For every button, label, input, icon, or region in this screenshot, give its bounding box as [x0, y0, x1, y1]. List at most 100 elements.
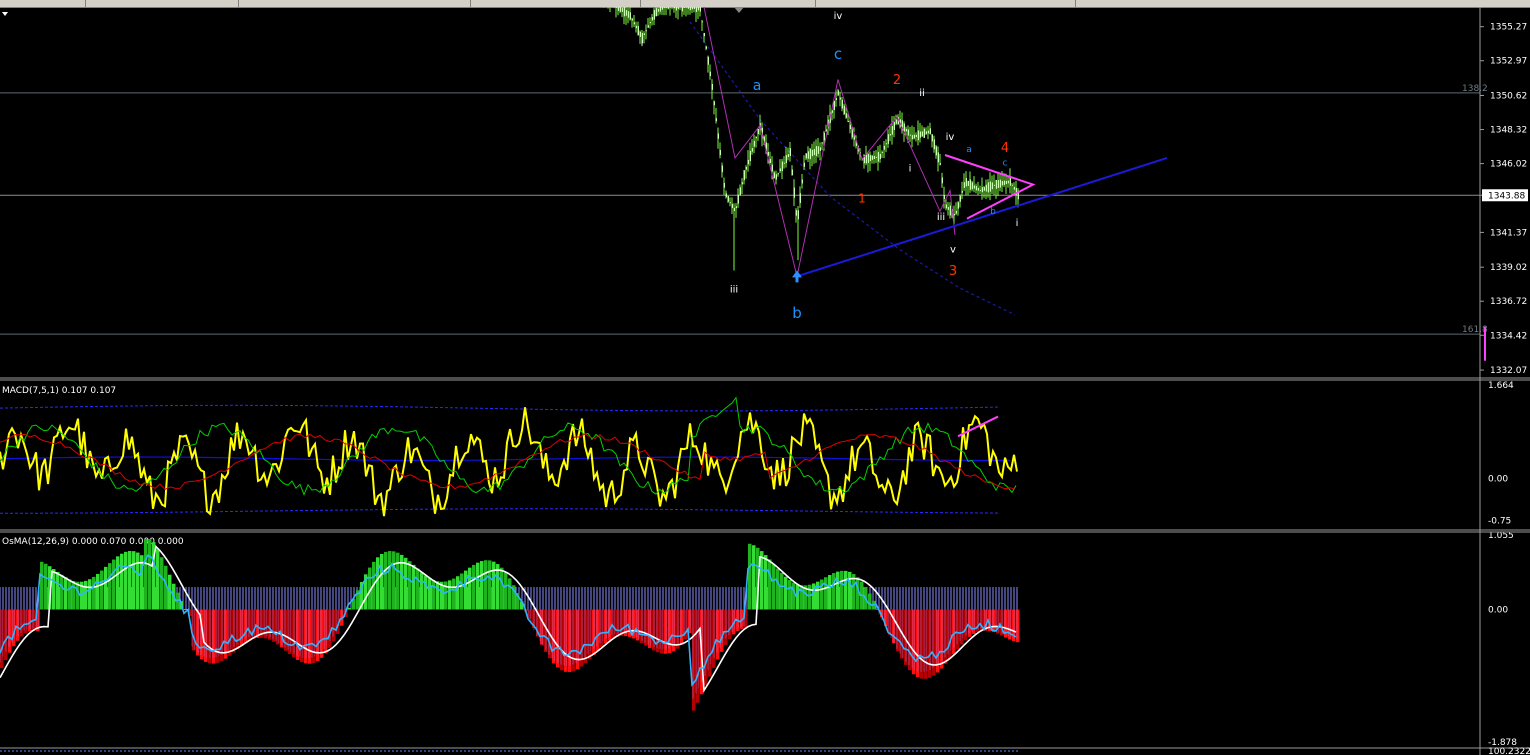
- candle-body: [615, 7, 617, 8]
- wave-label: iv: [946, 132, 955, 143]
- osma-bar: [144, 539, 148, 610]
- up-arrow-icon-stem: [795, 276, 799, 283]
- candle-body: [691, 7, 693, 10]
- osma-bar: [668, 609, 672, 654]
- candle-body: [657, 8, 659, 12]
- candle-body: [705, 46, 707, 49]
- osma-bar: [148, 539, 152, 610]
- osma-bar: [320, 609, 324, 658]
- candle-body: [625, 10, 627, 16]
- candle-body: [995, 180, 997, 189]
- wave-path: [703, 7, 956, 277]
- candle-body: [781, 161, 783, 171]
- candle-body: [673, 7, 675, 9]
- candle-body: [923, 128, 925, 138]
- price-tick-label: 1339.02: [1490, 263, 1527, 273]
- chart-canvas[interactable]: 1355.271352.971350.621348.321346.021341.…: [0, 7, 1530, 755]
- candle-body: [635, 25, 637, 29]
- candle-body: [1011, 184, 1013, 186]
- candle-body: [823, 132, 825, 141]
- candle-body: [723, 182, 725, 188]
- candle-body: [867, 153, 869, 163]
- candle-body: [807, 151, 809, 159]
- wave-label: c: [1003, 158, 1008, 168]
- candle-body: [731, 203, 733, 208]
- osma-bar: [508, 578, 512, 610]
- candle-body: [815, 146, 817, 157]
- osma-bar: [8, 609, 12, 653]
- osma-bar: [572, 609, 576, 672]
- candle-body: [1003, 180, 1005, 185]
- osma-bar: [992, 609, 996, 633]
- osma-bar: [160, 557, 164, 610]
- osma-bar: [828, 575, 832, 610]
- candle-body: [925, 131, 927, 134]
- osma-bar: [844, 570, 848, 610]
- candle-body: [789, 148, 791, 157]
- candle-body: [1001, 181, 1003, 186]
- osma-bar: [968, 609, 972, 637]
- candle-body: [969, 179, 971, 190]
- osma-bar: [460, 573, 464, 610]
- candle-body: [685, 7, 687, 8]
- osma-bar: [420, 572, 424, 610]
- osma-bar: [88, 579, 92, 610]
- candle-body: [699, 7, 701, 12]
- candle-body: [751, 148, 753, 152]
- osma-bar: [748, 543, 752, 610]
- osma-bar: [272, 609, 276, 642]
- candle-body: [849, 124, 851, 130]
- candle-body: [747, 159, 749, 165]
- osma-bar: [768, 559, 772, 610]
- osma-bar: [124, 551, 128, 610]
- osma-bar: [428, 578, 432, 610]
- candle-body: [989, 181, 991, 192]
- price-tick-label: 1346.02: [1490, 160, 1527, 170]
- osma-bar: [500, 567, 504, 610]
- candle-body: [697, 7, 699, 11]
- osma-bar: [132, 551, 136, 610]
- osma-bar: [20, 609, 24, 637]
- price-panel[interactable]: 1355.27 1352.97 1350.62 1348.32 1346.02 1341.…: [0, 7, 1528, 376]
- candle-body: [663, 7, 665, 9]
- macd-tick-label: -0.75: [1488, 517, 1511, 527]
- candle-body: [913, 134, 915, 139]
- candle-body: [645, 30, 647, 32]
- candle-body: [911, 135, 913, 140]
- osma-bar: [380, 553, 384, 610]
- osma-bar: [764, 555, 768, 610]
- osma-bar: [96, 573, 100, 610]
- wave-label: 2: [893, 73, 901, 88]
- fib-level-label: 138.2: [1462, 84, 1488, 94]
- candle-body: [783, 162, 785, 164]
- candle-body: [727, 196, 729, 202]
- candle-body: [733, 207, 735, 212]
- osma-bar: [480, 561, 484, 610]
- candle-body: [847, 121, 849, 123]
- candle-body: [687, 7, 689, 9]
- candle-body: [843, 105, 845, 115]
- osma-panel[interactable]: OsMA(12,26,9) 0.000 0.070 0.000 0.000 1.0…: [0, 531, 1517, 748]
- candle-body: [665, 7, 667, 8]
- osma-bar: [848, 571, 852, 610]
- candle-body: [821, 142, 823, 144]
- osma-bar: [212, 609, 216, 664]
- candle-body: [893, 122, 895, 130]
- osma-bar: [100, 570, 104, 610]
- macd-panel[interactable]: MACD(7,5,1) 0.107 0.107 1.664 0.00 -0.75: [0, 381, 1514, 527]
- osma-bar: [944, 609, 948, 665]
- candle-body: [631, 18, 633, 21]
- dropdown-arrow-icon: [2, 12, 8, 16]
- candle-body: [963, 182, 965, 188]
- bottom-strip-value: 100.2322: [1488, 747, 1530, 755]
- candle-body: [741, 182, 743, 185]
- candle-body: [917, 130, 919, 141]
- candle-body: [965, 178, 967, 187]
- osma-bar: [120, 553, 124, 610]
- osma-bar: [468, 567, 472, 610]
- osma-bar: [840, 570, 844, 610]
- wave-label: iii: [937, 212, 945, 223]
- osma-bar: [752, 545, 756, 610]
- candle-body: [695, 7, 697, 12]
- osma-bar: [436, 581, 440, 610]
